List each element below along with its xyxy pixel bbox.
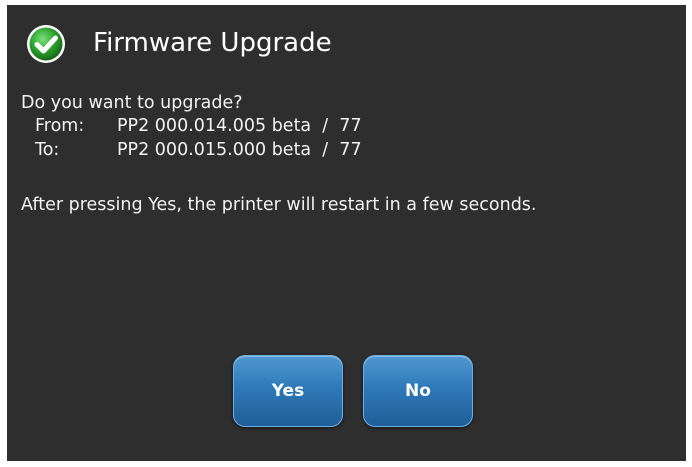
to-version: PP2 000.015.000 beta / 77 — [117, 140, 362, 160]
firmware-upgrade-dialog: Firmware Upgrade Do you want to upgrade?… — [7, 5, 686, 461]
restart-note: After pressing Yes, the printer will res… — [21, 195, 537, 215]
to-label: To: — [35, 140, 60, 160]
dialog-header: Firmware Upgrade — [7, 5, 686, 85]
yes-button[interactable]: Yes — [233, 355, 343, 427]
from-version: PP2 000.014.005 beta / 77 — [117, 116, 362, 136]
dialog-title: Firmware Upgrade — [93, 28, 332, 58]
upgrade-question: Do you want to upgrade? — [21, 93, 243, 113]
check-circle-icon — [27, 25, 65, 63]
no-button[interactable]: No — [363, 355, 473, 427]
from-label: From: — [35, 116, 85, 136]
